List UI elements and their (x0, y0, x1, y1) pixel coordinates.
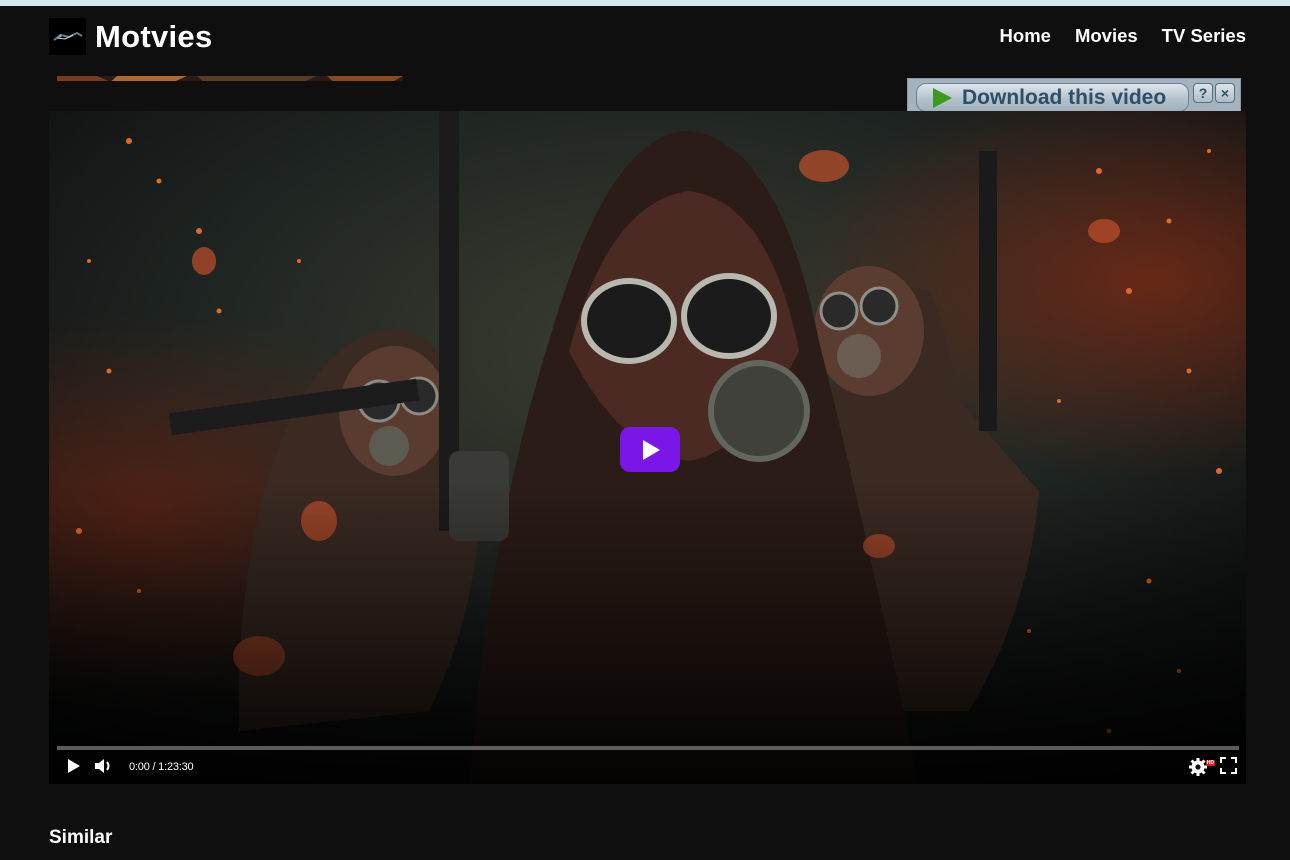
play-triangle-icon (933, 87, 952, 108)
similar-heading: Similar (49, 827, 113, 848)
hd-badge: HD (1206, 760, 1215, 766)
nav-tv-series[interactable]: TV Series (1162, 24, 1246, 48)
gear-icon[interactable] (1188, 757, 1208, 777)
help-button[interactable]: ? (1193, 83, 1213, 103)
site-title[interactable]: Motvies (95, 18, 213, 56)
volume-icon[interactable] (94, 757, 114, 775)
video-player[interactable]: 0:00 / 1:23:30 HD (49, 111, 1246, 784)
time-display: 0:00 / 1:23:30 (129, 761, 194, 773)
header-banner-strip (57, 72, 403, 81)
nav-home[interactable]: Home (1000, 24, 1051, 48)
fullscreen-icon[interactable] (1220, 757, 1237, 774)
download-label: Download this video (962, 85, 1167, 109)
big-play-button[interactable] (620, 427, 680, 472)
nav-movies[interactable]: Movies (1075, 24, 1138, 48)
play-icon (643, 440, 660, 460)
play-icon[interactable] (66, 757, 82, 775)
download-video-button[interactable]: Download this video (916, 83, 1189, 112)
site-header: Motvies Home Movies TV Series (0, 6, 1290, 81)
main-nav: Home Movies TV Series (1000, 24, 1246, 48)
close-button[interactable]: × (1215, 83, 1235, 103)
logo-icon[interactable] (49, 18, 86, 55)
progress-bar[interactable] (57, 746, 1239, 750)
